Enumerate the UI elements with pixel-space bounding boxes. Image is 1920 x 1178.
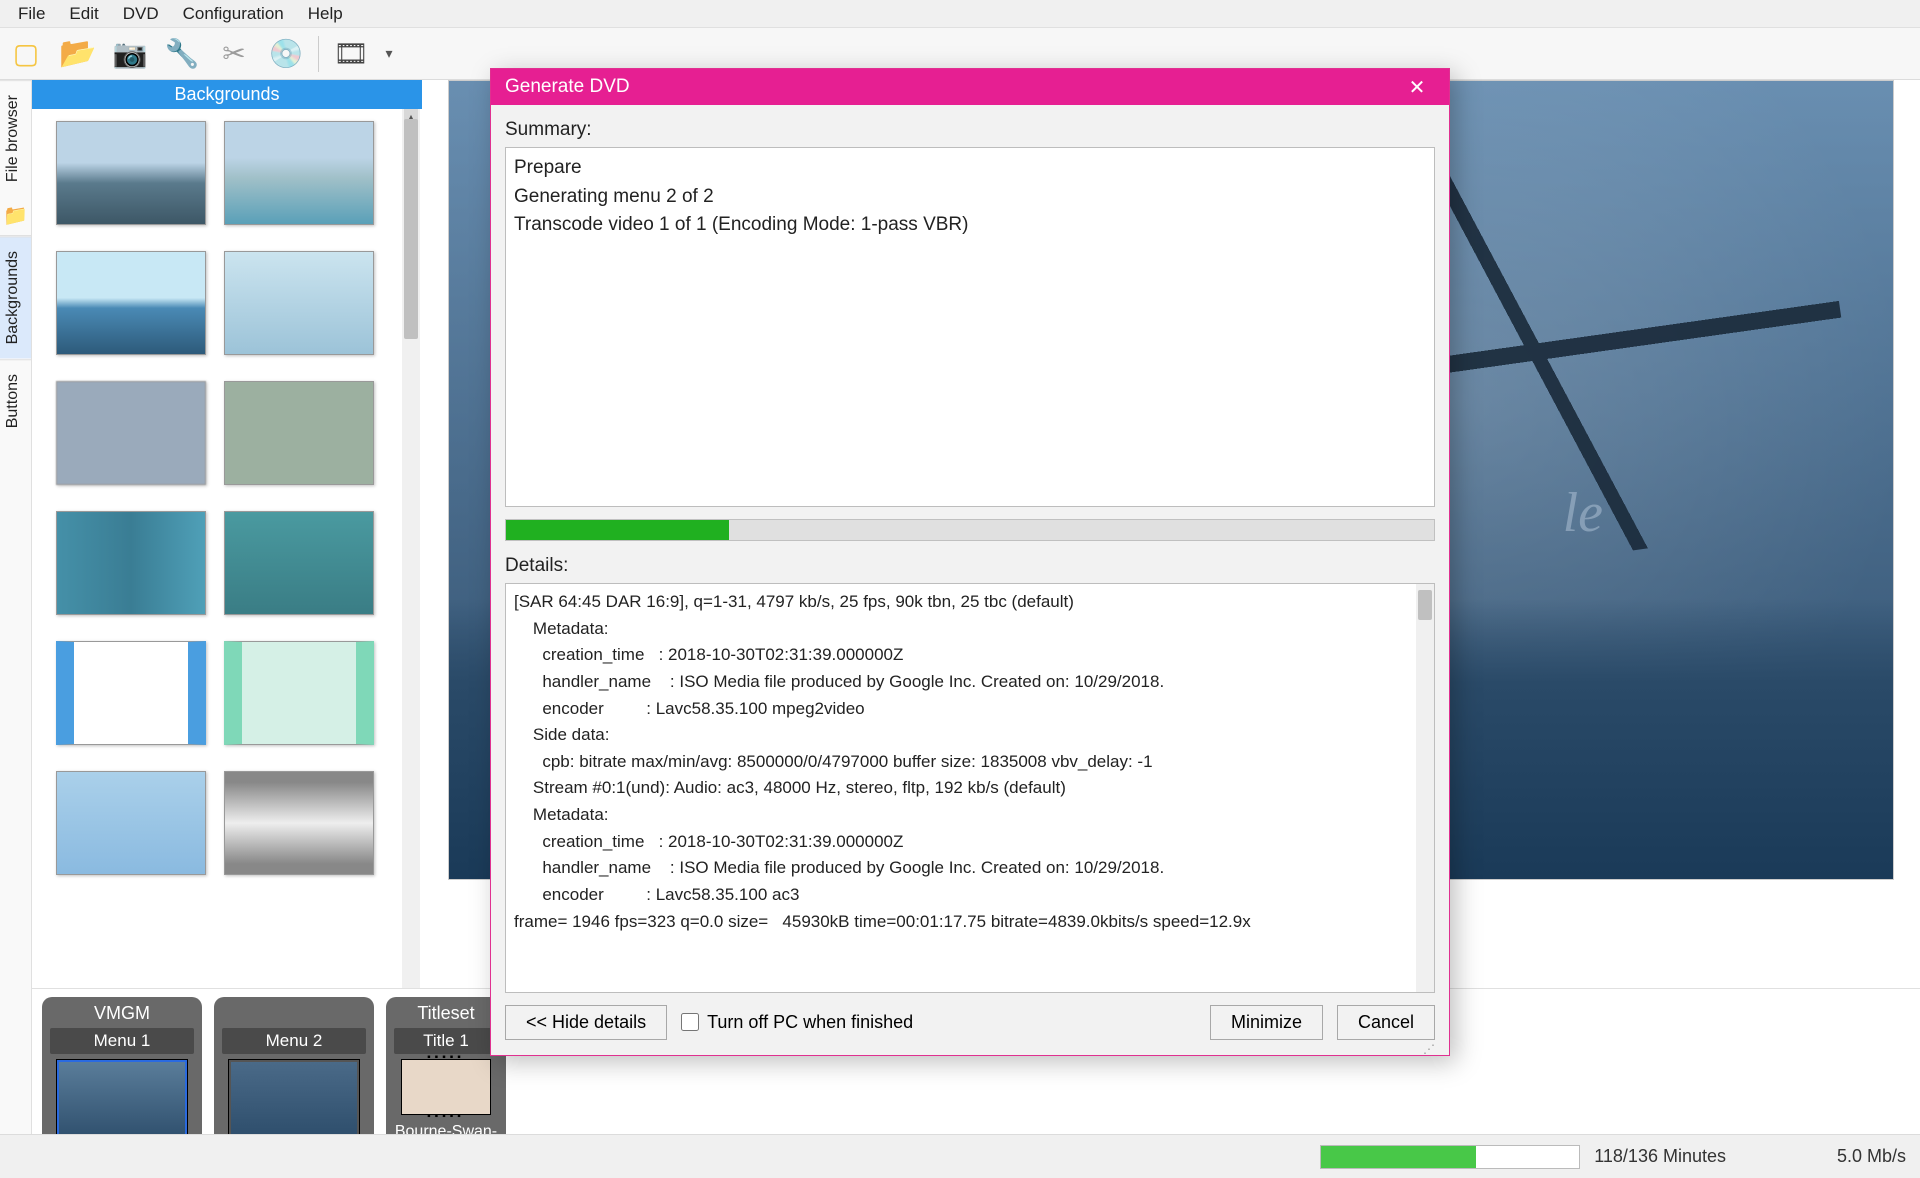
menu-help[interactable]: Help <box>298 2 353 26</box>
close-icon[interactable]: ✕ <box>1399 69 1435 105</box>
background-thumb[interactable] <box>224 771 374 875</box>
new-project-icon[interactable]: ▢ <box>6 34 46 74</box>
shutdown-checkbox-label[interactable]: Turn off PC when finished <box>681 1012 913 1033</box>
scrollbar-thumb[interactable] <box>404 119 418 339</box>
tools-icon[interactable]: ✂ <box>214 34 254 74</box>
menu-file[interactable]: File <box>8 2 55 26</box>
details-scrollbar[interactable] <box>1416 584 1434 992</box>
summary-line: Prepare <box>514 154 1426 183</box>
background-thumb[interactable] <box>56 121 206 225</box>
title1-label[interactable]: Title 1 <box>394 1028 498 1054</box>
background-thumb[interactable] <box>224 121 374 225</box>
summary-line: Generating menu 2 of 2 <box>514 183 1426 212</box>
generate-dvd-dialog: Generate DVD ✕ Summary: Prepare Generati… <box>490 68 1450 1056</box>
background-thumb[interactable] <box>56 251 206 355</box>
status-bitrate: 5.0 Mb/s <box>1766 1146 1906 1167</box>
minimize-button[interactable]: Minimize <box>1210 1005 1323 1040</box>
background-thumb[interactable] <box>224 511 374 615</box>
details-label: Details: <box>505 555 1435 577</box>
title1-thumb[interactable] <box>402 1060 490 1114</box>
details-box[interactable]: [SAR 64:45 DAR 16:9], q=1-31, 4797 kb/s,… <box>505 583 1435 993</box>
background-thumb[interactable] <box>224 381 374 485</box>
cancel-button[interactable]: Cancel <box>1337 1005 1435 1040</box>
progress-fill <box>506 520 729 540</box>
titleset-label: Titleset <box>417 1003 474 1024</box>
menu2-label[interactable]: Menu 2 <box>222 1028 366 1054</box>
details-text: [SAR 64:45 DAR 16:9], q=1-31, 4797 kb/s,… <box>514 592 1251 931</box>
dialog-title: Generate DVD <box>505 76 630 98</box>
background-thumb[interactable] <box>56 381 206 485</box>
background-thumb[interactable] <box>56 771 206 875</box>
tab-file-browser[interactable]: File browser <box>0 80 31 196</box>
folder-icon[interactable]: 📁 <box>0 196 31 236</box>
details-scroll-thumb[interactable] <box>1418 590 1432 620</box>
hide-details-button[interactable]: << Hide details <box>505 1005 667 1040</box>
browser-panel: Backgrounds ▴ ▾ <box>32 80 422 1134</box>
dropdown-icon[interactable]: ▾ <box>383 34 401 74</box>
background-thumb[interactable] <box>56 511 206 615</box>
camera-icon[interactable]: 📷 <box>110 34 150 74</box>
vmgm-label: VMGM <box>94 1003 150 1024</box>
summary-label: Summary: <box>505 119 1435 141</box>
menu1-label[interactable]: Menu 1 <box>50 1028 194 1054</box>
toolbar-separator <box>318 36 319 72</box>
shutdown-text: Turn off PC when finished <box>707 1012 913 1033</box>
burn-disc-icon[interactable]: 💿 <box>266 34 306 74</box>
status-progress-fill <box>1321 1146 1476 1168</box>
menu-bar: File Edit DVD Configuration Help <box>0 0 1920 28</box>
menu-configuration[interactable]: Configuration <box>173 2 294 26</box>
menu-edit[interactable]: Edit <box>59 2 108 26</box>
browser-header: Backgrounds <box>32 80 422 109</box>
status-progress <box>1320 1145 1580 1169</box>
status-bar: 118/136 Minutes 5.0 Mb/s <box>0 1134 1920 1178</box>
side-tabs: File browser 📁 Backgrounds Buttons <box>0 80 32 1134</box>
wrench-icon[interactable]: 🔧 <box>162 34 202 74</box>
summary-line: Transcode video 1 of 1 (Encoding Mode: 1… <box>514 211 1426 240</box>
thumbnail-scroll[interactable]: ▴ ▾ <box>32 109 422 1134</box>
background-thumb[interactable] <box>224 641 374 745</box>
spacer <box>291 1003 296 1024</box>
open-project-icon[interactable]: 📂 <box>58 34 98 74</box>
status-minutes: 118/136 Minutes <box>1594 1146 1726 1167</box>
background-thumb[interactable] <box>56 641 206 745</box>
summary-box: Prepare Generating menu 2 of 2 Transcode… <box>505 147 1435 507</box>
transcode-progress <box>505 519 1435 541</box>
preview-title-text: le <box>1563 481 1603 545</box>
shutdown-checkbox[interactable] <box>681 1013 699 1031</box>
browser-scrollbar[interactable]: ▴ ▾ <box>402 109 420 1134</box>
menu-dvd[interactable]: DVD <box>113 2 169 26</box>
resize-grip-icon[interactable]: ⋰ <box>1423 1042 1433 1056</box>
tab-backgrounds[interactable]: Backgrounds <box>0 236 31 358</box>
dialog-titlebar[interactable]: Generate DVD ✕ <box>491 69 1449 105</box>
tab-buttons[interactable]: Buttons <box>0 359 31 442</box>
add-clip-icon[interactable]: 🎞 <box>331 34 371 74</box>
background-thumb[interactable] <box>224 251 374 355</box>
